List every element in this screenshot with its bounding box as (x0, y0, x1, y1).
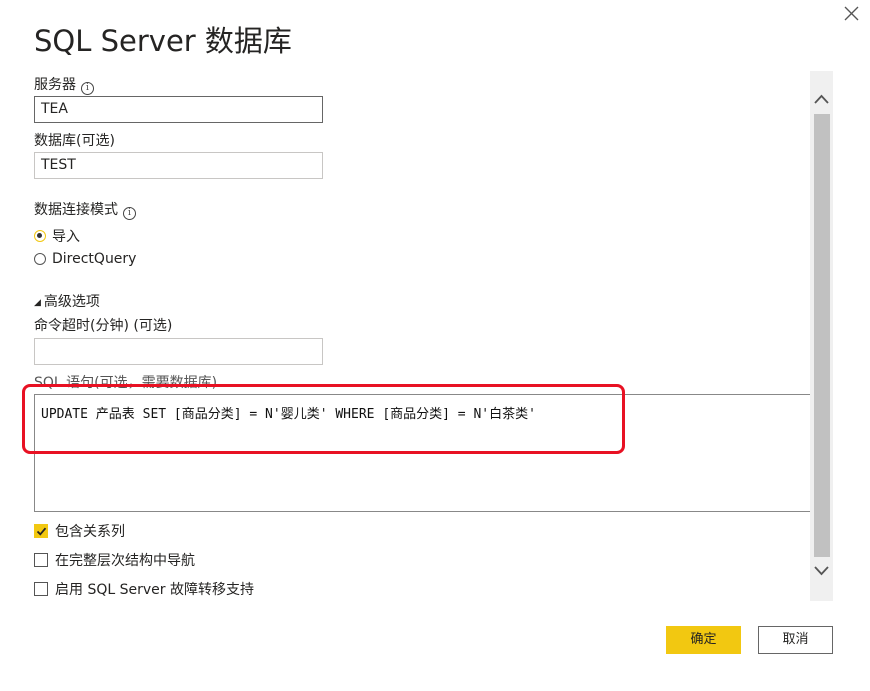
server-input[interactable]: TEA (34, 96, 323, 123)
sql-label: SQL 语句(可选，需要数据库) (34, 375, 218, 391)
radio-directquery[interactable]: DirectQuery (34, 251, 136, 267)
server-label: 服务器 (34, 77, 76, 93)
advanced-options-label: 高级选项 (43, 294, 100, 310)
server-label-row: 服务器 i (34, 76, 94, 95)
dialog-title: SQL Server 数据库 (34, 24, 292, 58)
connectivity-label: 数据连接模式 (34, 202, 118, 218)
ok-button[interactable]: 确定 (666, 626, 741, 654)
checkbox-failover-support[interactable]: 启用 SQL Server 故障转移支持 (34, 579, 254, 599)
timeout-input[interactable] (34, 338, 323, 365)
database-input[interactable]: TEST (34, 152, 323, 179)
sql-statement-textarea[interactable]: UPDATE 产品表 SET [商品分类] = N'婴儿类' WHERE [商品… (34, 394, 811, 512)
radio-import[interactable]: 导入 (34, 226, 80, 246)
navigate-hierarchy-label: 在完整层次结构中导航 (55, 553, 195, 569)
checkbox-icon (34, 582, 48, 596)
close-button[interactable] (840, 2, 862, 24)
scroll-up-button[interactable] (810, 89, 833, 109)
include-relationships-label: 包含关系列 (55, 524, 125, 540)
radio-directquery-label: DirectQuery (52, 251, 137, 267)
collapse-triangle-icon: ◢ (34, 298, 41, 308)
info-icon[interactable]: i (81, 82, 94, 95)
scroll-down-button[interactable] (810, 561, 833, 581)
checkbox-checked-icon (34, 524, 48, 538)
connectivity-label-row: 数据连接模式 i (34, 201, 136, 220)
close-icon (844, 6, 859, 21)
chevron-down-icon (814, 566, 829, 576)
scroll-thumb[interactable] (814, 114, 830, 557)
chevron-up-icon (814, 94, 829, 104)
advanced-options-toggle[interactable]: ◢ 高级选项 (34, 291, 100, 311)
checkbox-icon (34, 553, 48, 567)
checkbox-include-relationships[interactable]: 包含关系列 (34, 521, 125, 541)
database-label: 数据库(可选) (34, 133, 115, 149)
cancel-button[interactable]: 取消 (758, 626, 833, 654)
radio-button-checked-icon (34, 230, 46, 242)
timeout-label: 命令超时(分钟) (可选) (34, 318, 173, 334)
vertical-scrollbar[interactable] (810, 71, 833, 601)
info-icon[interactable]: i (123, 207, 136, 220)
radio-import-label: 导入 (52, 229, 80, 245)
radio-button-icon (34, 253, 46, 265)
checkbox-navigate-hierarchy[interactable]: 在完整层次结构中导航 (34, 550, 195, 570)
failover-support-label: 启用 SQL Server 故障转移支持 (55, 582, 254, 598)
